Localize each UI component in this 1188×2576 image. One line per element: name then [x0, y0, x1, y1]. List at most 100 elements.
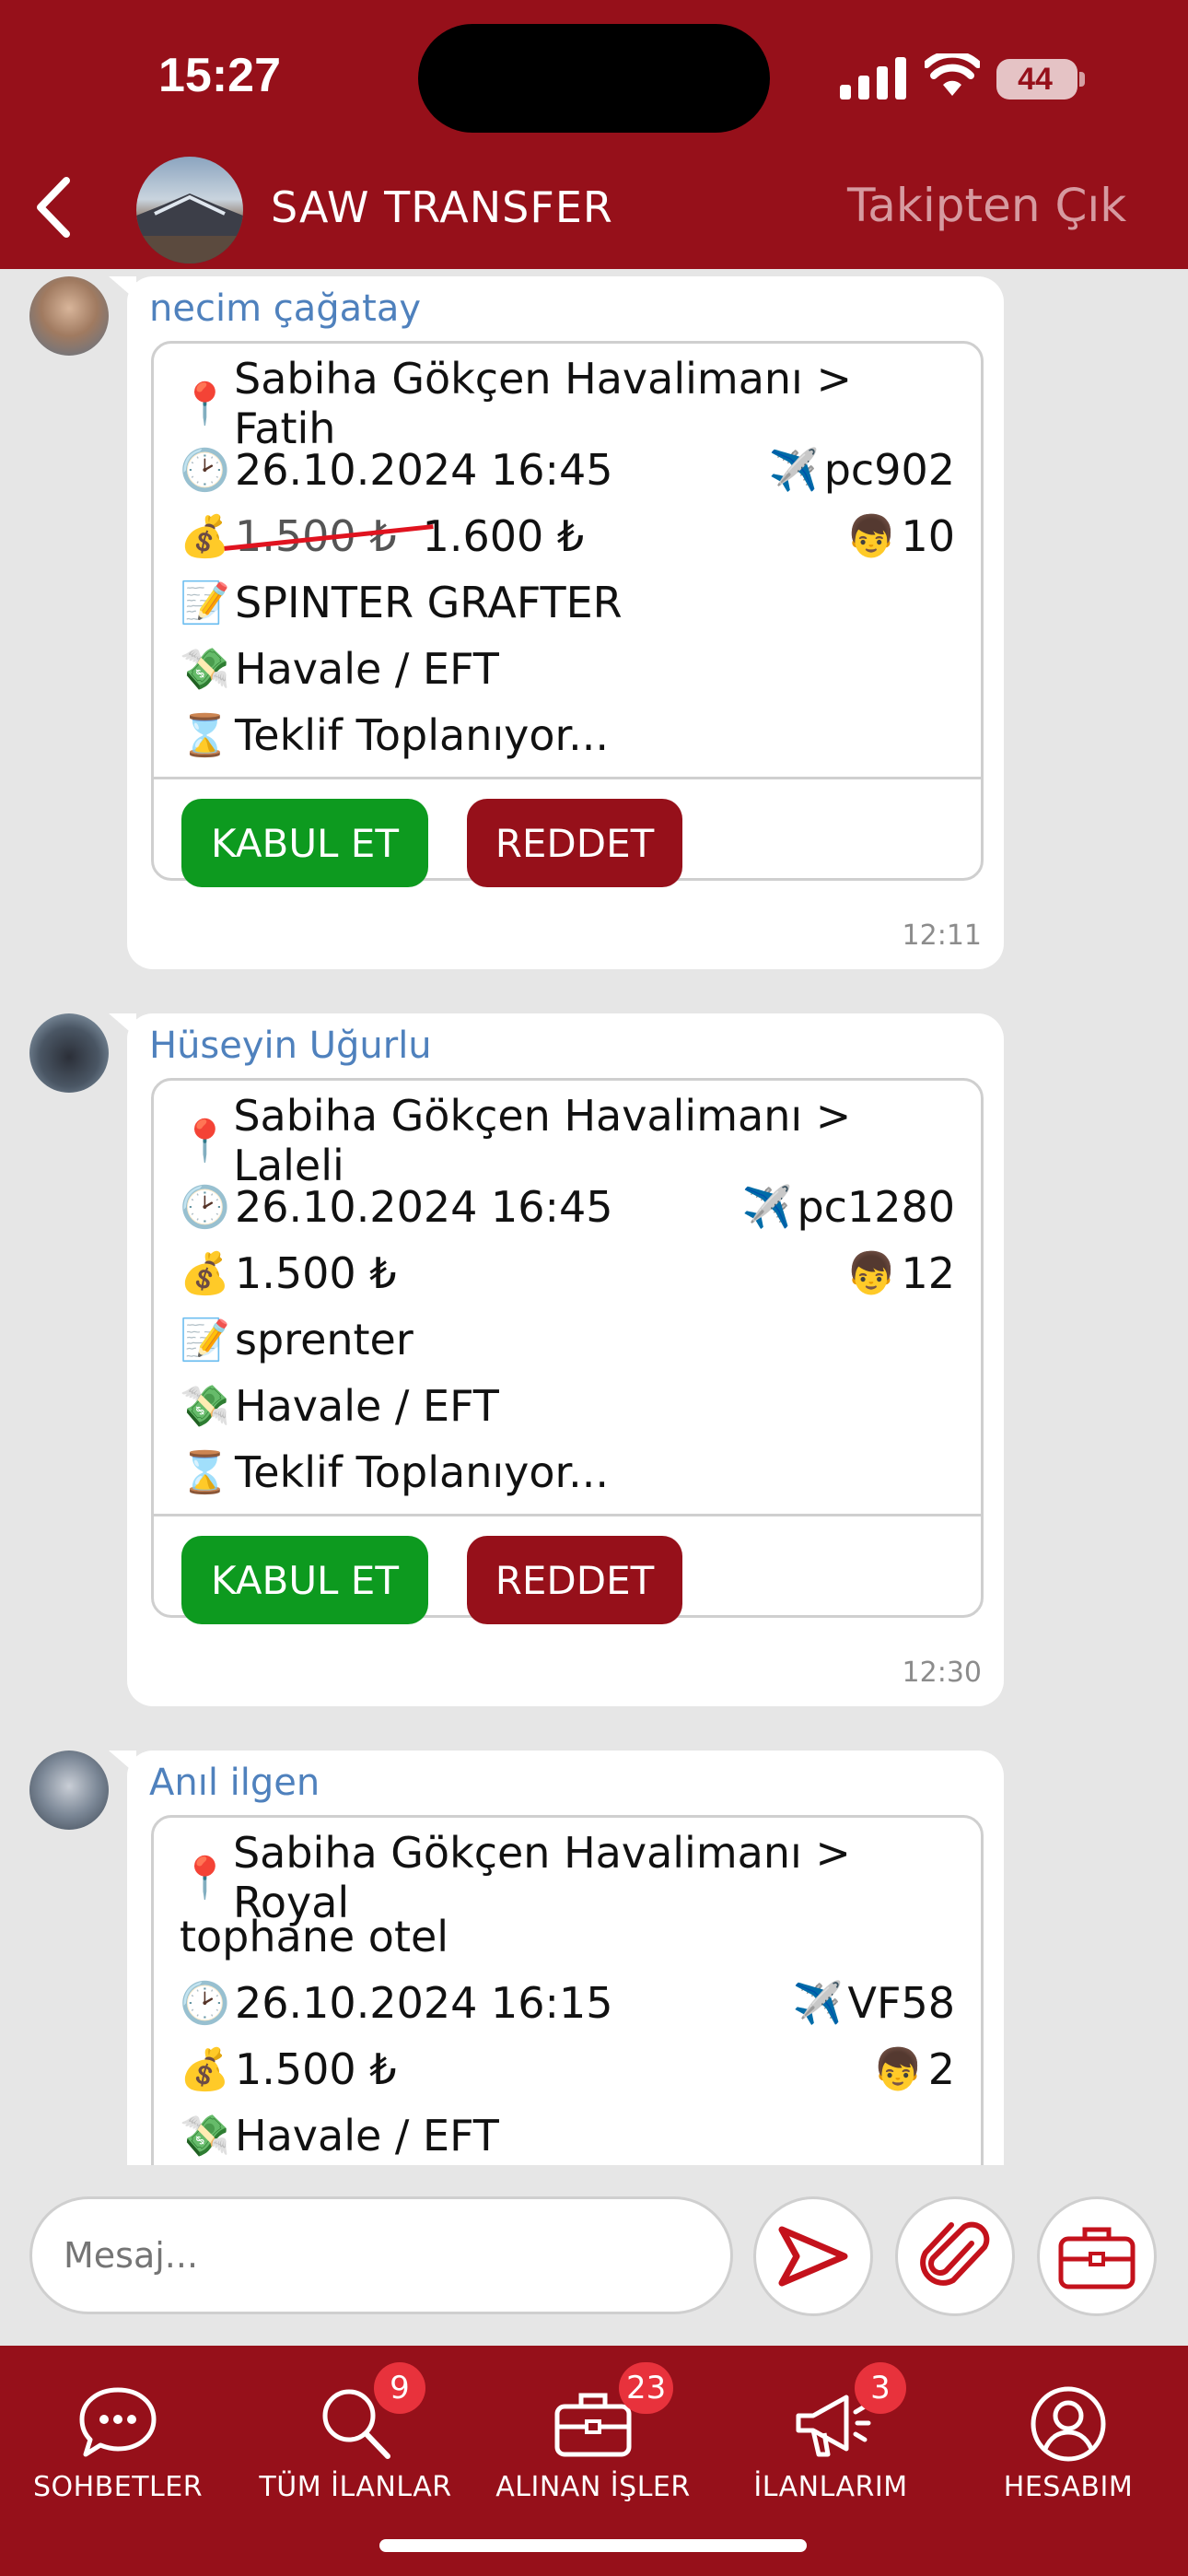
notification-badge: 23 [619, 2362, 674, 2414]
send-button[interactable] [753, 2196, 873, 2316]
attach-button[interactable] [895, 2196, 1015, 2316]
passenger-info: 👦 2 [873, 2044, 955, 2094]
status-time: 15:27 [158, 49, 281, 102]
payment-row: 💸 Havale / EFT [180, 640, 955, 697]
job-card: 📍 Sabiha Gökçen Havalimanı > Laleli 🕑 26… [151, 1078, 984, 1624]
passenger-count: 10 [901, 511, 955, 561]
flight-code: pc902 [823, 445, 955, 495]
channel-title: SAW TRANSFER [271, 182, 613, 232]
bubble-tail [109, 276, 136, 300]
job-offer-button[interactable] [1037, 2196, 1157, 2316]
payment-row: 💸 Havale / EFT [180, 1377, 955, 1434]
sender-name[interactable]: Hüseyin Uğurlu [149, 1025, 432, 1067]
bubble-tail [109, 1751, 136, 1774]
sender-name[interactable]: Anıl ilgen [149, 1762, 320, 1804]
person-icon: 👦 [845, 1250, 897, 1297]
chat-list[interactable]: necim çağatay 📍 Sabiha Gökçen Havalimanı… [0, 269, 1188, 2165]
price-row: 💰 1.500 ₺ 👦 12 [180, 1245, 955, 1302]
channel-avatar[interactable] [136, 157, 243, 263]
sender-avatar[interactable] [29, 1751, 109, 1830]
sender-avatar[interactable] [29, 1013, 109, 1093]
bubble-tail [109, 1013, 136, 1037]
reject-button[interactable]: REDDET [467, 1536, 682, 1624]
memo-icon: 📝 [180, 580, 230, 626]
sender-name[interactable]: necim çağatay [149, 287, 421, 330]
flight-code: VF58 [847, 1978, 955, 2028]
status-text: Teklif Toplanıyor... [235, 710, 610, 760]
status-row: ⌛ Teklif Toplanıyor... [180, 707, 955, 764]
message-input[interactable] [29, 2196, 733, 2314]
flight-info: ✈️ pc902 [769, 445, 955, 495]
message-bubble: necim çağatay 📍 Sabiha Gökçen Havalimanı… [109, 276, 1004, 969]
reject-button[interactable]: REDDET [467, 799, 682, 887]
message-time: 12:11 [902, 919, 982, 952]
message-composer [0, 2165, 1188, 2346]
money-bag-icon: 💰 [180, 513, 230, 560]
price-row: 💰 1.500 ₺ 👦 2 [180, 2041, 955, 2098]
tab-received-jobs[interactable]: 23 ALINAN İŞLER [483, 2362, 704, 2528]
card-divider [154, 777, 981, 779]
datetime-text: 26.10.2024 16:45 [235, 445, 613, 495]
tab-label: HESABIM [1003, 2471, 1134, 2503]
clock-icon: 🕑 [180, 1184, 230, 1231]
notification-badge: 3 [855, 2362, 906, 2414]
hourglass-icon: ⌛ [180, 712, 230, 759]
route-text-cont: tophane otel [180, 1912, 449, 1961]
back-chevron-icon[interactable] [31, 175, 77, 240]
tab-label: TÜM İLANLAR [259, 2471, 452, 2503]
send-icon [778, 2226, 848, 2287]
datetime-row: 🕑 26.10.2024 16:15 ✈️ VF58 [180, 1974, 955, 2032]
route-text: Sabiha Gökçen Havalimanı > Fatih [234, 354, 852, 453]
paperclip-icon [920, 2221, 990, 2286]
datetime-text: 26.10.2024 16:45 [235, 1182, 613, 1232]
plane-icon: ✈️ [741, 1184, 793, 1231]
old-price: 1.500 ₺ [235, 511, 397, 561]
cash-icon: 💸 [180, 646, 230, 693]
accept-button[interactable]: KABUL ET [181, 799, 428, 887]
unfollow-button[interactable]: Takipten Çık [847, 179, 1126, 232]
person-icon: 👦 [845, 513, 897, 560]
message-time: 12:30 [902, 1657, 982, 1689]
plane-icon: ✈️ [792, 1980, 844, 2027]
pin-icon: 📍 [180, 381, 230, 427]
status-text: Teklif Toplanıyor... [235, 1447, 610, 1497]
status-row: ⌛ Teklif Toplanıyor... [180, 1444, 955, 1501]
price-text: 1.500 ₺ [235, 2044, 397, 2094]
datetime-text: 26.10.2024 16:15 [235, 1978, 613, 2028]
flight-info: ✈️ VF58 [793, 1978, 955, 2028]
notification-badge: 9 [374, 2362, 425, 2414]
tab-my-listings[interactable]: 3 İLANLARIM [720, 2362, 941, 2528]
header: 15:27 44 SAW TRANSFER Takipten Çık [0, 0, 1188, 269]
price-text: 1.500 ₺ [235, 1248, 397, 1298]
flight-info: ✈️ pc1280 [741, 1182, 955, 1232]
tab-all-listings[interactable]: 9 TÜM İLANLAR [245, 2362, 466, 2528]
note-row: 📝 sprenter [180, 1311, 955, 1368]
tab-label: İLANLARIM [753, 2471, 908, 2503]
user-icon [1031, 2386, 1106, 2462]
briefcase-icon [1058, 2227, 1136, 2289]
passenger-info: 👦 12 [845, 1248, 955, 1298]
note-row: 📝 SPINTER GRAFTER [180, 574, 955, 631]
clock-icon: 🕑 [180, 447, 230, 494]
note-text: sprenter [235, 1315, 413, 1364]
battery-nub [1079, 72, 1085, 87]
memo-icon: 📝 [180, 1317, 230, 1364]
route-row: 📍 Sabiha Gökçen Havalimanı > Laleli [180, 1091, 955, 1190]
price-text: 1.600 ₺ [422, 511, 585, 561]
tab-chats[interactable]: SOHBETLER [7, 2362, 228, 2528]
payment-text: Havale / EFT [235, 2111, 499, 2160]
tab-account[interactable]: HESABIM [958, 2362, 1179, 2528]
plane-icon: ✈️ [768, 447, 820, 494]
payment-text: Havale / EFT [235, 1381, 499, 1431]
bottom-tab-bar: SOHBETLER 9 TÜM İLANLAR 23 ALINAN İŞLER … [0, 2346, 1188, 2576]
sender-avatar[interactable] [29, 276, 109, 356]
pin-icon: 📍 [180, 1118, 230, 1165]
wifi-icon [925, 53, 980, 96]
payment-text: Havale / EFT [235, 644, 499, 694]
battery-level: 44 [1018, 62, 1053, 97]
flight-code: pc1280 [797, 1182, 955, 1232]
note-text: SPINTER GRAFTER [235, 578, 623, 627]
money-bag-icon: 💰 [180, 1250, 230, 1297]
accept-button[interactable]: KABUL ET [181, 1536, 428, 1624]
cash-icon: 💸 [180, 1383, 230, 1430]
